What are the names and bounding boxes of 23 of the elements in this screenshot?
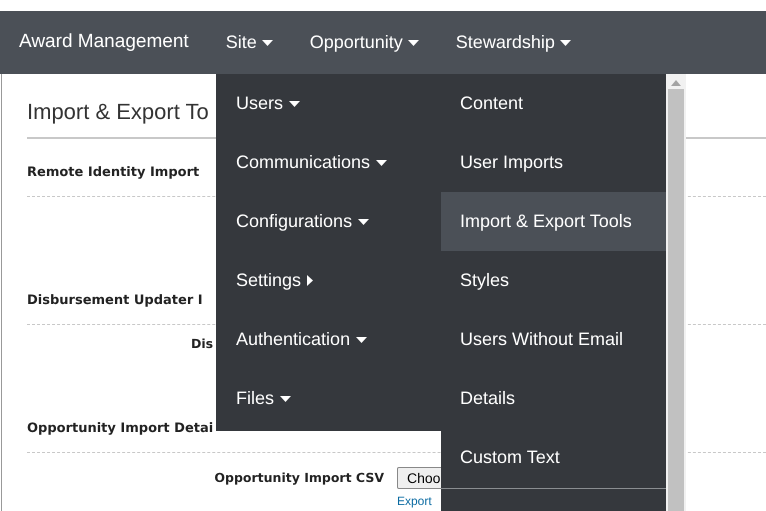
field-label: Dis [191, 334, 214, 353]
nav-menu[interactable]: Stewardship [456, 25, 571, 60]
caret-icon [358, 218, 370, 224]
nav-menu[interactable]: Opportunity [310, 25, 419, 60]
page-title: Import & Export To [27, 98, 209, 126]
brand-title[interactable]: Award Management [19, 28, 189, 57]
menu-item[interactable]: Users [216, 74, 441, 133]
caret-icon [376, 160, 388, 166]
scrollbar-thumb[interactable] [668, 89, 684, 511]
caret-icon [356, 336, 368, 342]
caret-icon [262, 40, 273, 46]
submenu-item[interactable]: Content [441, 74, 666, 133]
caret-icon [560, 40, 571, 46]
field-label: Opportunity Import CSV [213, 468, 384, 487]
scrollbar[interactable] [666, 74, 686, 511]
caret-icon [280, 396, 292, 402]
scroll-up-icon[interactable] [671, 80, 681, 86]
nav-menu[interactable]: Site [226, 25, 273, 60]
caret-icon [408, 40, 419, 46]
caret-icon [307, 275, 314, 286]
caret-icon [289, 100, 300, 106]
export-link[interactable]: Export [397, 495, 432, 508]
submenu-item[interactable]: Import & Export Tools [441, 192, 666, 251]
